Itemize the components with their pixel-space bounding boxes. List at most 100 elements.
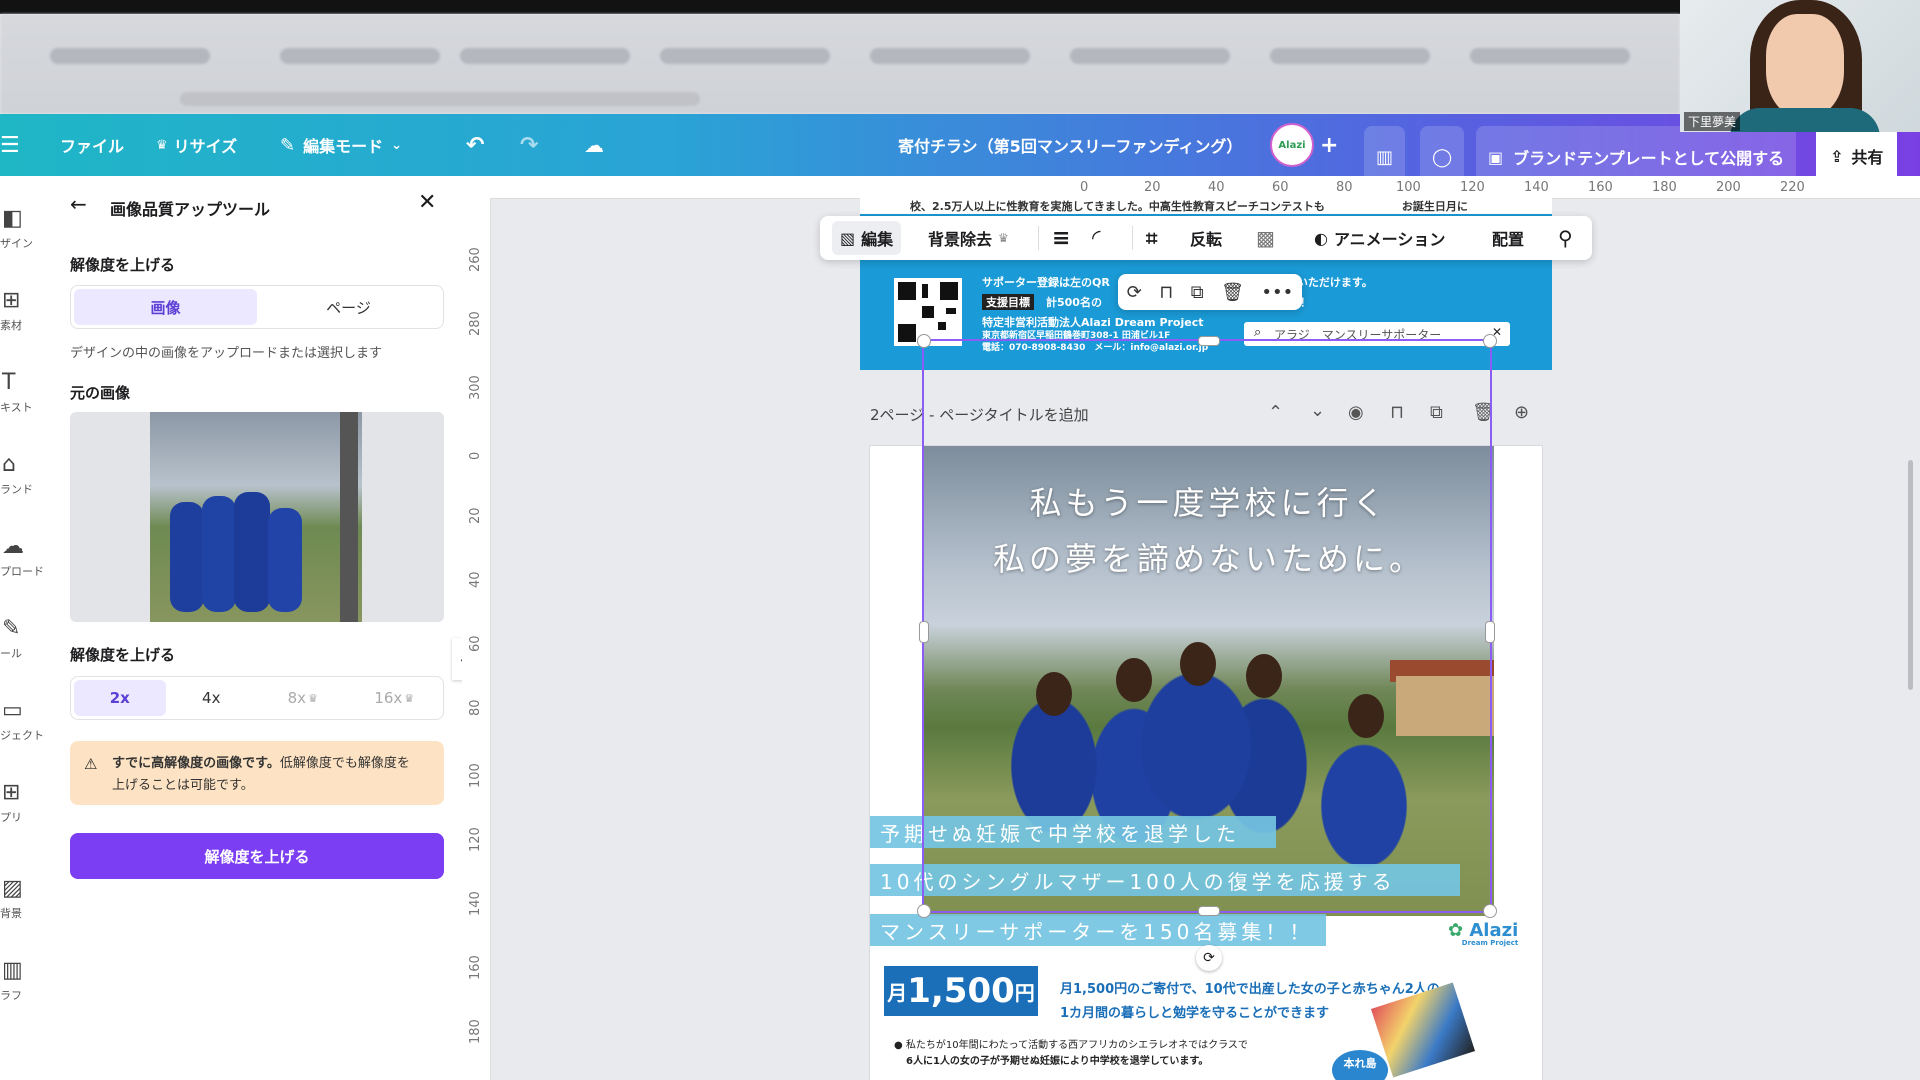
- crown-icon: ♛: [308, 691, 318, 705]
- avatar[interactable]: Alazi: [1270, 114, 1314, 176]
- canvas-scrollbar[interactable]: [1908, 460, 1913, 690]
- browser-top-bar: [0, 0, 1680, 14]
- resize-handle[interactable]: [1483, 904, 1497, 918]
- upload-icon: ☁: [2, 534, 24, 559]
- text-icon: T: [2, 370, 16, 395]
- file-menu[interactable]: ファイル: [60, 114, 124, 176]
- goal-badge: 支援目標: [982, 294, 1034, 310]
- crown-icon: ♛: [998, 231, 1009, 245]
- tab-page[interactable]: ページ: [257, 289, 440, 325]
- panel-title: 画像品質アップツール: [110, 200, 271, 219]
- corner-rounding-icon[interactable]: ◜: [1092, 216, 1101, 260]
- band-line3: マンスリーサポーターを150名募集！！: [870, 914, 1326, 946]
- rail-upload[interactable]: ☁ プロード: [0, 534, 50, 579]
- flip-button[interactable]: 反転: [1190, 216, 1222, 260]
- webcam-overlay: 下里夢美: [1680, 0, 1920, 132]
- rail-design[interactable]: ◧ ザイン: [0, 206, 50, 251]
- scale-8x[interactable]: 8x ♛: [257, 680, 349, 716]
- edit-image-button[interactable]: ▧ 編集: [832, 221, 902, 255]
- scale-4x[interactable]: 4x: [166, 680, 258, 716]
- rail-draw[interactable]: ✎ ール: [0, 616, 50, 661]
- crown-icon: ♛: [156, 137, 168, 153]
- page1-top-text: 校、2.5万人以上に性教育を実施してきました。中高生性教育スピーチコンテストも …: [860, 198, 1552, 214]
- resize-handle[interactable]: [1483, 334, 1497, 348]
- scale-2x[interactable]: 2x: [74, 680, 166, 716]
- resize-handle[interactable]: [1485, 621, 1495, 643]
- ruler-vertical: 260 280 300 0 20 40 60 80 100 120 140 16…: [462, 198, 491, 1080]
- resize-handle[interactable]: [919, 621, 929, 643]
- panel-hint: デザインの中の画像をアップロードまたは選択します: [70, 346, 383, 361]
- rail-elements[interactable]: ⊞ 素材: [0, 288, 50, 333]
- design-icon: ◧: [2, 206, 23, 231]
- undo-icon[interactable]: ↶: [466, 114, 484, 176]
- bg-remove-button[interactable]: 背景除去 ♛: [928, 216, 1009, 260]
- tab-image[interactable]: 画像: [74, 289, 257, 325]
- edit-mode-dropdown[interactable]: ✎ 編集モード ⌄: [280, 114, 402, 176]
- lock-icon[interactable]: ⊓: [1159, 282, 1173, 303]
- animation-icon: ◐: [1314, 228, 1328, 248]
- rail-background[interactable]: ▨ 背景: [0, 876, 50, 921]
- add-page-icon[interactable]: ⊕: [1514, 402, 1529, 423]
- rail-chart[interactable]: ▥ ラフ: [0, 958, 50, 1003]
- element-quick-menu: ⟳ ⊓ ⧉ 🗑 •••: [1118, 274, 1302, 310]
- redo-icon[interactable]: ↷: [520, 114, 538, 176]
- rail-text[interactable]: T キスト: [0, 370, 50, 415]
- chevron-down-icon: ⌄: [391, 137, 403, 153]
- price-description-1: 月1,500円のご寄付で、10代で出産した女の子と赤ちゃん2人の: [1060, 982, 1440, 997]
- resize-handle[interactable]: [1198, 336, 1220, 346]
- elements-icon: ⊞: [2, 288, 21, 313]
- rail-brand[interactable]: ⌂ ランド: [0, 452, 50, 497]
- trash-icon[interactable]: 🗑: [1221, 282, 1244, 303]
- close-icon[interactable]: ✕: [418, 190, 436, 215]
- alazi-logo: ✿ Alazi Dream Project: [1448, 920, 1519, 947]
- chart-icon: ▥: [2, 958, 23, 983]
- price-description-2: 1カ月間の暮らしと勉学を守ることができます: [1060, 1006, 1330, 1021]
- back-arrow-icon[interactable]: ←: [70, 192, 87, 216]
- position-button[interactable]: 配置: [1492, 216, 1524, 260]
- original-image-preview: [70, 412, 444, 622]
- bullet-text-1: ● 私たちが10年間にわたって活動する西アフリカのシエラレオネではクラスで: [894, 1040, 1248, 1051]
- crop-icon[interactable]: ⌗: [1146, 216, 1157, 260]
- leaf-logo-icon: ✿: [1448, 920, 1464, 941]
- share-icon: ⇪: [1830, 146, 1844, 166]
- bullet-text-2: 6人に1人の女の子が予期せぬ妊娠により中学校を退学しています。: [906, 1056, 1209, 1067]
- resize-button[interactable]: ♛ リサイズ: [156, 114, 237, 176]
- upscale-button[interactable]: 解像度を上げる: [70, 833, 444, 879]
- rail-projects[interactable]: ▭ ジェクト: [0, 698, 50, 743]
- target-tabs: 画像 ページ: [70, 285, 444, 329]
- resize-handle[interactable]: [1198, 906, 1220, 916]
- animation-button[interactable]: ◐ アニメーション: [1314, 216, 1445, 260]
- scale-options: 2x 4x 8x ♛ 16x ♛: [70, 676, 444, 720]
- transparency-icon[interactable]: ▩: [1256, 216, 1275, 260]
- resize-handle[interactable]: [917, 904, 931, 918]
- rotate-icon[interactable]: ⟳: [1196, 945, 1222, 971]
- warning-icon: ⚠: [84, 755, 98, 773]
- left-rail: ◧ ザイン ⊞ 素材 T キスト ⌂ ランド ☁ プロード ✎ ール ▭ ジェクト ⊞ プリ ▨…: [0, 176, 51, 1080]
- cloud-save-icon[interactable]: ☁: [584, 114, 604, 176]
- scale-16x[interactable]: 16x ♛: [349, 680, 441, 716]
- apps-icon: ⊞: [2, 780, 21, 805]
- document-title[interactable]: 寄付チラシ（第5回マンスリーファンディング）: [898, 114, 1242, 176]
- resize-handle[interactable]: [917, 334, 931, 348]
- search-icon: ⌕: [1254, 325, 1262, 340]
- original-image-label: 元の画像: [70, 384, 131, 402]
- selection-frame[interactable]: ⟳: [917, 334, 1497, 971]
- border-style-icon[interactable]: ≡: [1052, 216, 1070, 260]
- upscale-panel: ← 画像品質アップツール ✕ 解像度を上げる 画像 ページ デザインの中の画像を…: [50, 176, 463, 1080]
- draw-icon: ✎: [2, 616, 21, 641]
- background-icon: ▨: [2, 876, 23, 901]
- more-icon[interactable]: •••: [1261, 282, 1293, 303]
- template-icon: ▣: [1488, 147, 1504, 167]
- copy-style-icon[interactable]: ⚲: [1558, 216, 1573, 260]
- cloud-bubble: 本れ島: [1332, 1050, 1388, 1080]
- rail-apps[interactable]: ⊞ プリ: [0, 780, 50, 825]
- pencil-icon: ✎: [280, 134, 296, 156]
- rotate-refresh-icon[interactable]: ⟳: [1127, 282, 1142, 303]
- add-collaborator-icon[interactable]: +: [1320, 114, 1338, 176]
- hamburger-icon[interactable]: ☰: [0, 114, 20, 176]
- image-context-toolbar: ▧ 編集 背景除去 ♛ ≡ ◜ ⌗ 反転 ▩ ◐ アニメーション 配置 ⚲: [820, 216, 1592, 260]
- webcam-name: 下里夢美: [1684, 112, 1741, 131]
- brand-icon: ⌂: [2, 452, 16, 477]
- warning-box: ⚠ すでに高解像度の画像です。低解像度でも解像度を 上げることは可能です。: [70, 741, 444, 805]
- duplicate-icon[interactable]: ⧉: [1191, 282, 1204, 303]
